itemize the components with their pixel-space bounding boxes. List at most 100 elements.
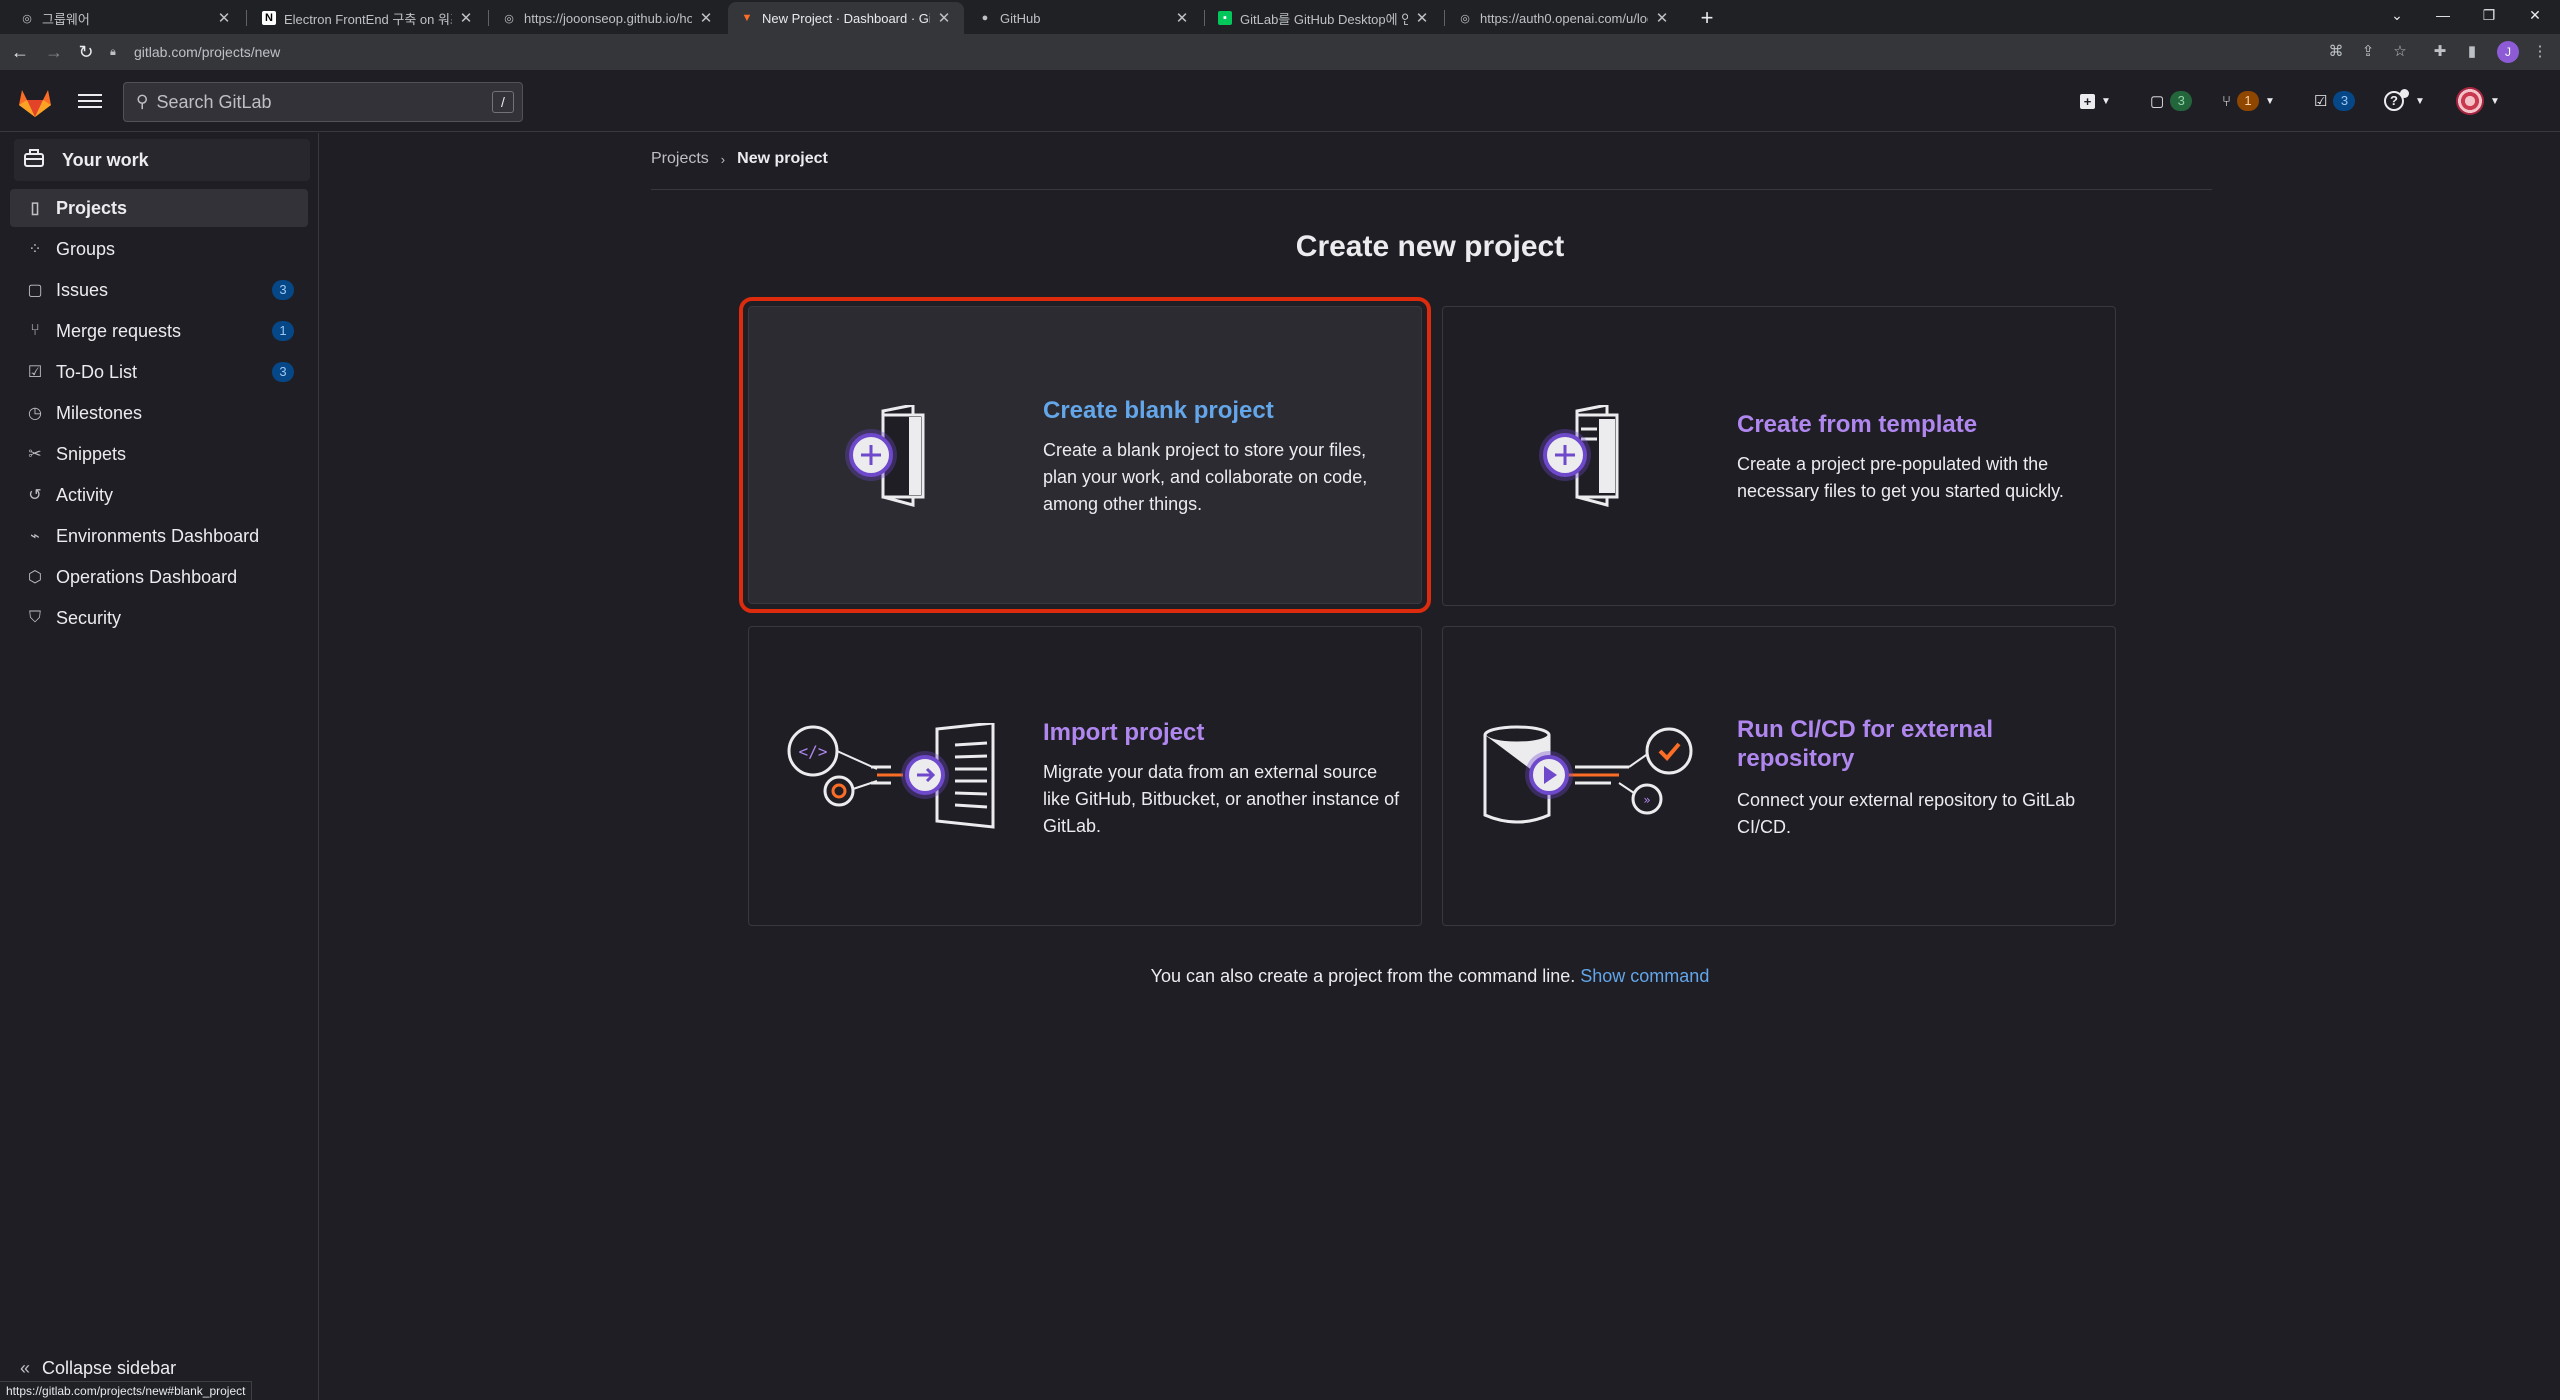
tab-title: 그룹웨어 bbox=[42, 11, 90, 27]
browser-tab[interactable]: ● GitHub ✕ bbox=[966, 2, 1202, 34]
address-bar[interactable]: 🔒︎ gitlab.com/projects/new bbox=[110, 38, 2310, 66]
search-placeholder: Search GitLab bbox=[156, 91, 272, 112]
globe-icon: ◎ bbox=[504, 12, 514, 25]
help-dropdown[interactable]: ? ▼ bbox=[2384, 88, 2425, 114]
close-icon[interactable]: ✕ bbox=[1414, 9, 1430, 27]
shield-icon: ⛉ bbox=[28, 609, 41, 626]
sidebar-item-label: Issues bbox=[56, 279, 109, 300]
sidebar-item-snippets[interactable]: ✂ Snippets bbox=[10, 435, 308, 473]
run-cicd-external-repo-card[interactable]: » Run CI/CD for external repository Conn… bbox=[1442, 626, 2116, 926]
tab-title: https://jooonseop.github.io/how bbox=[524, 10, 692, 26]
chevron-right-icon: › bbox=[720, 151, 726, 167]
browser-tab[interactable]: ▪ GitLab를 GitHub Desktop에 연동 ✕ bbox=[1206, 2, 1442, 34]
bookmark-star-icon[interactable]: ☆ bbox=[2390, 42, 2410, 62]
sidebar-item-label: Security bbox=[56, 607, 122, 628]
issues-icon: ▢ bbox=[27, 282, 43, 299]
divider bbox=[651, 189, 2212, 190]
double-chevron-left-icon: « bbox=[20, 1358, 31, 1378]
create-new-dropdown[interactable]: + ▼ bbox=[2080, 88, 2111, 114]
merge-requests-count-badge: 1 bbox=[2237, 91, 2260, 111]
browser-tab[interactable]: ◎ 그룹웨어 ✕ bbox=[8, 2, 244, 34]
header-merge-requests-button[interactable]: ⑂ 1 ▼ bbox=[2222, 88, 2275, 114]
project-icon: ▯ bbox=[30, 200, 40, 217]
sidebar-item-projects[interactable]: ▯ Projects bbox=[10, 189, 308, 227]
sidebar-item-label: Operations Dashboard bbox=[56, 566, 238, 587]
collapse-sidebar-label: Collapse sidebar bbox=[42, 1358, 177, 1378]
close-icon[interactable]: ✕ bbox=[458, 9, 474, 27]
kebab-menu-icon[interactable]: ⋮ bbox=[2530, 42, 2550, 62]
card-description: Connect your external repository to GitL… bbox=[1737, 790, 2076, 837]
issues-icon: ▢ bbox=[2150, 93, 2165, 110]
browser-tab[interactable]: ◎ https://auth0.openai.com/u/logi ✕ bbox=[1446, 2, 1682, 34]
card-title: Run CI/CD for external repository bbox=[1737, 716, 1994, 772]
sidebar-item-environments-dashboard[interactable]: ⌁ Environments Dashboard bbox=[10, 517, 308, 555]
header-todos-button[interactable]: ☑ 3 bbox=[2314, 88, 2356, 114]
browser-tab[interactable]: N Electron FrontEnd 구축 on 워즈 ✕ bbox=[250, 2, 486, 34]
create-blank-project-card[interactable]: Create blank project Create a blank proj… bbox=[739, 297, 1431, 613]
lock-icon[interactable]: 🔒︎ bbox=[110, 46, 124, 59]
browser-tab-active[interactable]: ▼ New Project · Dashboard · GitLab ✕ bbox=[728, 2, 964, 34]
breadcrumb-current[interactable]: New project bbox=[737, 150, 828, 168]
import-project-card[interactable]: </> Import project Migrate your data fro… bbox=[748, 626, 1422, 926]
chevron-down-icon: ▼ bbox=[2101, 95, 2111, 107]
collapse-sidebar-button[interactable]: « Collapse sidebar bbox=[20, 1358, 176, 1379]
browser-tab[interactable]: ◎ https://jooonseop.github.io/how ✕ bbox=[490, 2, 726, 34]
search-input[interactable]: ⚲ Search GitLab / bbox=[123, 82, 523, 122]
tab-search-icon[interactable]: ⌄ bbox=[2374, 0, 2420, 30]
sidebar-item-merge-requests[interactable]: ⑂ Merge requests 1 bbox=[10, 312, 308, 350]
count-badge: 1 bbox=[272, 321, 294, 341]
card-description: Create a project pre-populated with the … bbox=[1737, 454, 2064, 501]
side-panel-icon[interactable]: ▮ bbox=[2462, 42, 2482, 62]
minimize-button[interactable]: — bbox=[2420, 0, 2466, 30]
new-tab-button[interactable]: + bbox=[1693, 4, 1721, 32]
header-issues-button[interactable]: ▢ 3 bbox=[2150, 88, 2193, 114]
group-icon: ⁘ bbox=[28, 241, 42, 258]
sidebar-item-label: Activity bbox=[56, 484, 114, 505]
user-menu-dropdown[interactable]: ▼ bbox=[2456, 87, 2500, 115]
chevron-down-icon: ▼ bbox=[2490, 95, 2500, 107]
card-title: Import project bbox=[1043, 719, 1205, 746]
command-line-text: You can also create a project from the c… bbox=[1150, 966, 1576, 986]
tab-title: Electron FrontEnd 구축 on 워즈 bbox=[284, 11, 452, 27]
close-icon[interactable]: ✕ bbox=[1654, 9, 1670, 27]
back-button[interactable]: ← bbox=[8, 40, 32, 64]
create-from-template-card[interactable]: Create from template Create a project pr… bbox=[1442, 306, 2116, 606]
reload-button[interactable]: ↻ bbox=[74, 40, 98, 64]
sidebar-item-label: Milestones bbox=[56, 402, 143, 423]
close-icon[interactable]: ✕ bbox=[936, 9, 952, 27]
close-icon[interactable]: ✕ bbox=[1174, 9, 1190, 27]
sidebar-item-security[interactable]: ⛉ Security bbox=[10, 599, 308, 637]
clock-icon: ◷ bbox=[28, 405, 42, 422]
close-window-button[interactable]: ✕ bbox=[2512, 0, 2558, 30]
extensions-icon[interactable]: ✚ bbox=[2430, 42, 2450, 62]
import-illustration-icon: </> bbox=[787, 723, 995, 829]
card-title: Create from template bbox=[1737, 411, 1978, 438]
tab-title: New Project · Dashboard · GitLab bbox=[762, 10, 930, 26]
close-icon[interactable]: ✕ bbox=[216, 9, 232, 27]
status-bar-url: https://gitlab.com/projects/new#blank_pr… bbox=[0, 1381, 253, 1400]
breadcrumb-projects-link[interactable]: Projects bbox=[651, 150, 709, 168]
search-icon: ⚲ bbox=[136, 92, 149, 111]
sidebar-item-groups[interactable]: ⁘ Groups bbox=[10, 230, 308, 268]
hamburger-menu-icon[interactable] bbox=[78, 90, 102, 112]
show-command-link[interactable]: Show command bbox=[1580, 966, 1709, 986]
restore-button[interactable]: ❐ bbox=[2466, 0, 2512, 30]
sidebar-item-milestones[interactable]: ◷ Milestones bbox=[10, 394, 308, 432]
sidebar-context-header[interactable]: Your work bbox=[14, 139, 310, 181]
plus-square-icon: + bbox=[2080, 93, 2095, 109]
snippet-icon: ✂ bbox=[28, 446, 42, 463]
profile-avatar[interactable]: J bbox=[2497, 41, 2519, 63]
sidebar-item-todo-list[interactable]: ☑ To-Do List 3 bbox=[10, 353, 308, 391]
translate-icon[interactable]: ⌘ bbox=[2326, 42, 2346, 62]
forward-button[interactable]: → bbox=[42, 40, 66, 64]
gitlab-logo-icon[interactable] bbox=[18, 86, 52, 118]
tab-title: GitHub bbox=[1000, 10, 1041, 26]
merge-request-icon: ⑂ bbox=[2222, 92, 2232, 110]
sidebar-item-issues[interactable]: ▢ Issues 3 bbox=[10, 271, 308, 309]
browser-toolbar: ← → ↻ 🔒︎ gitlab.com/projects/new ⌘ ⇪ ☆ ✚… bbox=[0, 34, 2560, 70]
share-icon[interactable]: ⇪ bbox=[2358, 42, 2378, 62]
close-icon[interactable]: ✕ bbox=[698, 9, 714, 27]
activity-icon: ↺ bbox=[28, 487, 42, 504]
sidebar-item-operations-dashboard[interactable]: ⬡ Operations Dashboard bbox=[10, 558, 308, 596]
sidebar-item-activity[interactable]: ↺ Activity bbox=[10, 476, 308, 514]
